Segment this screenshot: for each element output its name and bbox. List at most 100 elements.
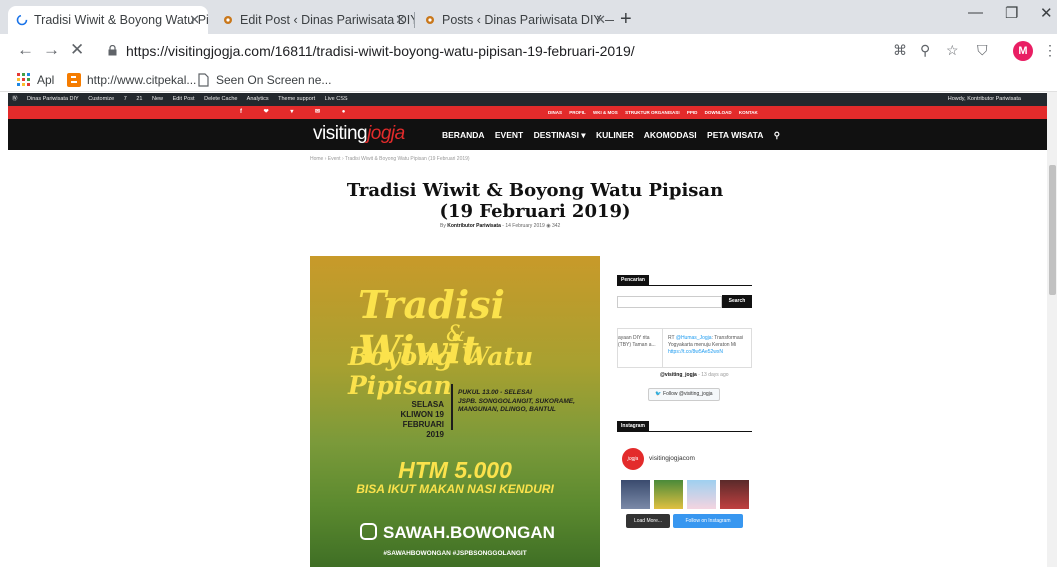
top-menu-profil[interactable]: PROFIL [569,110,586,115]
nav-beranda[interactable]: BERANDA [442,130,485,140]
widget-underline [617,285,752,286]
nav-akomodasi[interactable]: AKOMODASI [644,130,697,140]
nav-peta-wisata[interactable]: PETA WISATA [707,130,763,140]
tweet-link[interactable]: https://t.co/8w5Ae52wxN [668,349,723,355]
close-tab-icon[interactable]: ✕ [189,6,200,34]
lock-icon [108,45,117,56]
instagram-thumb[interactable] [720,480,749,509]
twitter-icon: 🐦 [655,391,662,397]
follow-twitter-button[interactable]: 🐦 Follow @visiting_jogja [648,388,720,401]
bookmark-star-icon[interactable]: ☆ [946,42,959,59]
admin-item-live-css[interactable]: Live CSS [325,96,348,102]
tweet-divider [662,329,663,367]
widget-underline [617,431,752,432]
social-icons[interactable]: f ❤ ▾ ✉ ● [240,106,355,119]
instagram-thumb[interactable] [687,480,716,509]
page-scrollbar[interactable] [1047,92,1057,567]
admin-howdy[interactable]: Howdy, Kontributor Pariwisata [948,93,1021,106]
close-window-icon[interactable]: ✕ [1040,4,1053,22]
site-logo[interactable]: visitingjogja [313,123,405,145]
site-top-bar: f ❤ ▾ ✉ ● DINAS PROFIL WKI & MOS STRUKTU… [8,106,1057,119]
instagram-widget-title: Instagram [617,421,649,431]
extension-shield-icon[interactable]: ⛉ [977,42,988,59]
zoom-icon[interactable]: ⚲ [920,42,930,59]
top-menu-kontak[interactable]: KONTAK [739,110,758,115]
wordpress-icon[interactable]: Ⓦ [12,96,18,102]
instagram-avatar[interactable]: jogja [622,448,644,470]
twitter-feed: ayaan DIY rita (TBY) Taman a... RT @Huma… [617,328,752,368]
close-tab-icon[interactable]: ✕ [395,6,406,34]
twitter-time: - 13 days ago [698,372,729,378]
admin-item-updates[interactable]: 7 [124,96,127,102]
twitter-handle[interactable]: @visiting_jogja [660,372,697,378]
post-author[interactable]: Kontributor Pariwisata [447,223,501,229]
top-menu-struktur[interactable]: STRUKTUR ORGANISASI [625,110,680,115]
tab-title: Posts ‹ Dinas Pariwisata DIY — W [442,13,614,27]
instagram-thumb[interactable] [621,480,650,509]
logo-accent: jogja [367,123,405,144]
tweet-handle-link[interactable]: @Humas_Jogja [676,335,712,341]
new-tab-button[interactable]: + [620,6,632,32]
nav-menu: BERANDA EVENT DESTINASI ▾ KULINER AKOMOD… [442,130,788,141]
tab-edit-post[interactable]: Edit Post ‹ Dinas Pariwisata DIY – ✕ [214,6,414,34]
top-menu-wki[interactable]: WKI & MOS [593,110,618,115]
loading-icon [16,14,28,26]
admin-item-theme-support[interactable]: Theme support [278,96,315,102]
tab-posts[interactable]: Posts ‹ Dinas Pariwisata DIY — W ✕ [416,6,614,34]
bookmark-citpekal[interactable]: http://www.citpekal... [67,72,196,88]
admin-item-new[interactable]: New [152,96,163,102]
apps-grid-icon [17,73,30,86]
admin-item-comments[interactable]: 21 [136,96,142,102]
poster-makan: BISA IKUT MAKAN NASI KENDURI [356,482,554,496]
poster-hashtags: #SAWAHBOWONGAN #JSPBSONGGOLANGIT [383,550,527,557]
author-prefix: By [440,223,446,229]
tab-active[interactable]: Tradisi Wiwit & Boyong Watu Pip ✕ [8,6,208,34]
nav-destinasi[interactable]: DESTINASI ▾ [534,130,586,140]
search-button[interactable]: Search [722,295,752,308]
admin-item-delete-cache[interactable]: Delete Cache [204,96,237,102]
admin-item-analytics[interactable]: Analytics [247,96,269,102]
tab-title: Edit Post ‹ Dinas Pariwisata DIY – [240,13,414,27]
poster-divider [451,384,453,430]
bookmark-apps[interactable]: Apl [17,72,54,88]
bookmark-seen-on-screen[interactable]: Seen On Screen ne... [196,72,331,88]
poster-day: SELASA KLIWON 19 FEBRUARI 2019 [400,400,444,439]
forward-icon[interactable]: → [43,40,60,60]
poster-htm: HTM 5.000 [398,457,512,483]
admin-item-edit-post[interactable]: Edit Post [173,96,195,102]
url-text: https://visitingjogja.com/16811/tradisi-… [126,43,635,59]
profile-avatar[interactable]: M [1013,41,1033,61]
minimize-icon[interactable]: — [968,4,983,21]
top-menu-ppid[interactable]: PPID [687,110,698,115]
search-icon[interactable]: ⚲ [774,130,780,140]
restore-icon[interactable]: ❐ [1005,4,1018,22]
gear-icon [426,16,434,24]
instagram-username[interactable]: visitingjogjacom [649,455,695,462]
search-input[interactable] [617,296,722,308]
back-icon[interactable]: ← [17,40,34,60]
admin-item-customize[interactable]: Customize [88,96,114,102]
close-tab-icon[interactable]: ✕ [595,6,606,34]
nav-kuliner[interactable]: KULINER [596,130,634,140]
load-more-button[interactable]: Load More... [626,514,670,528]
scrollbar-thumb[interactable] [1049,165,1056,295]
breadcrumb: Home › Event › Tradisi Wiwit & Boyong Wa… [310,156,470,162]
admin-item-site[interactable]: Dinas Pariwisata DIY [27,96,79,102]
bookmark-label: Seen On Screen ne... [216,73,332,87]
nav-event[interactable]: EVENT [495,130,523,140]
menu-icon[interactable]: ⋮ [1043,42,1057,59]
browser-tab-bar: Tradisi Wiwit & Boyong Watu Pip ✕ Edit P… [0,0,1057,34]
twitter-user: @visiting_jogja - 13 days ago [660,372,729,378]
stop-loading-icon[interactable]: ✕ [70,40,84,60]
top-menu: DINAS PROFIL WKI & MOS STRUKTUR ORGANISA… [548,106,764,119]
follow-instagram-button[interactable]: Follow on Instagram [673,514,743,528]
blogger-icon [67,73,81,87]
top-menu-download[interactable]: DOWNLOAD [705,110,732,115]
wp-admin-bar: Ⓦ Dinas Pariwisata DIY Customize 7 21 Ne… [8,93,1057,106]
translate-icon[interactable]: ⌘ [893,42,907,59]
address-bar[interactable]: https://visitingjogja.com/16811/tradisi-… [100,38,860,64]
browser-toolbar: ← → ✕ https://visitingjogja.com/16811/tr… [0,34,1057,68]
instagram-thumb[interactable] [654,480,683,509]
top-menu-dinas[interactable]: DINAS [548,110,562,115]
poster-instagram-handle: SAWAH.BOWONGAN [383,523,555,542]
